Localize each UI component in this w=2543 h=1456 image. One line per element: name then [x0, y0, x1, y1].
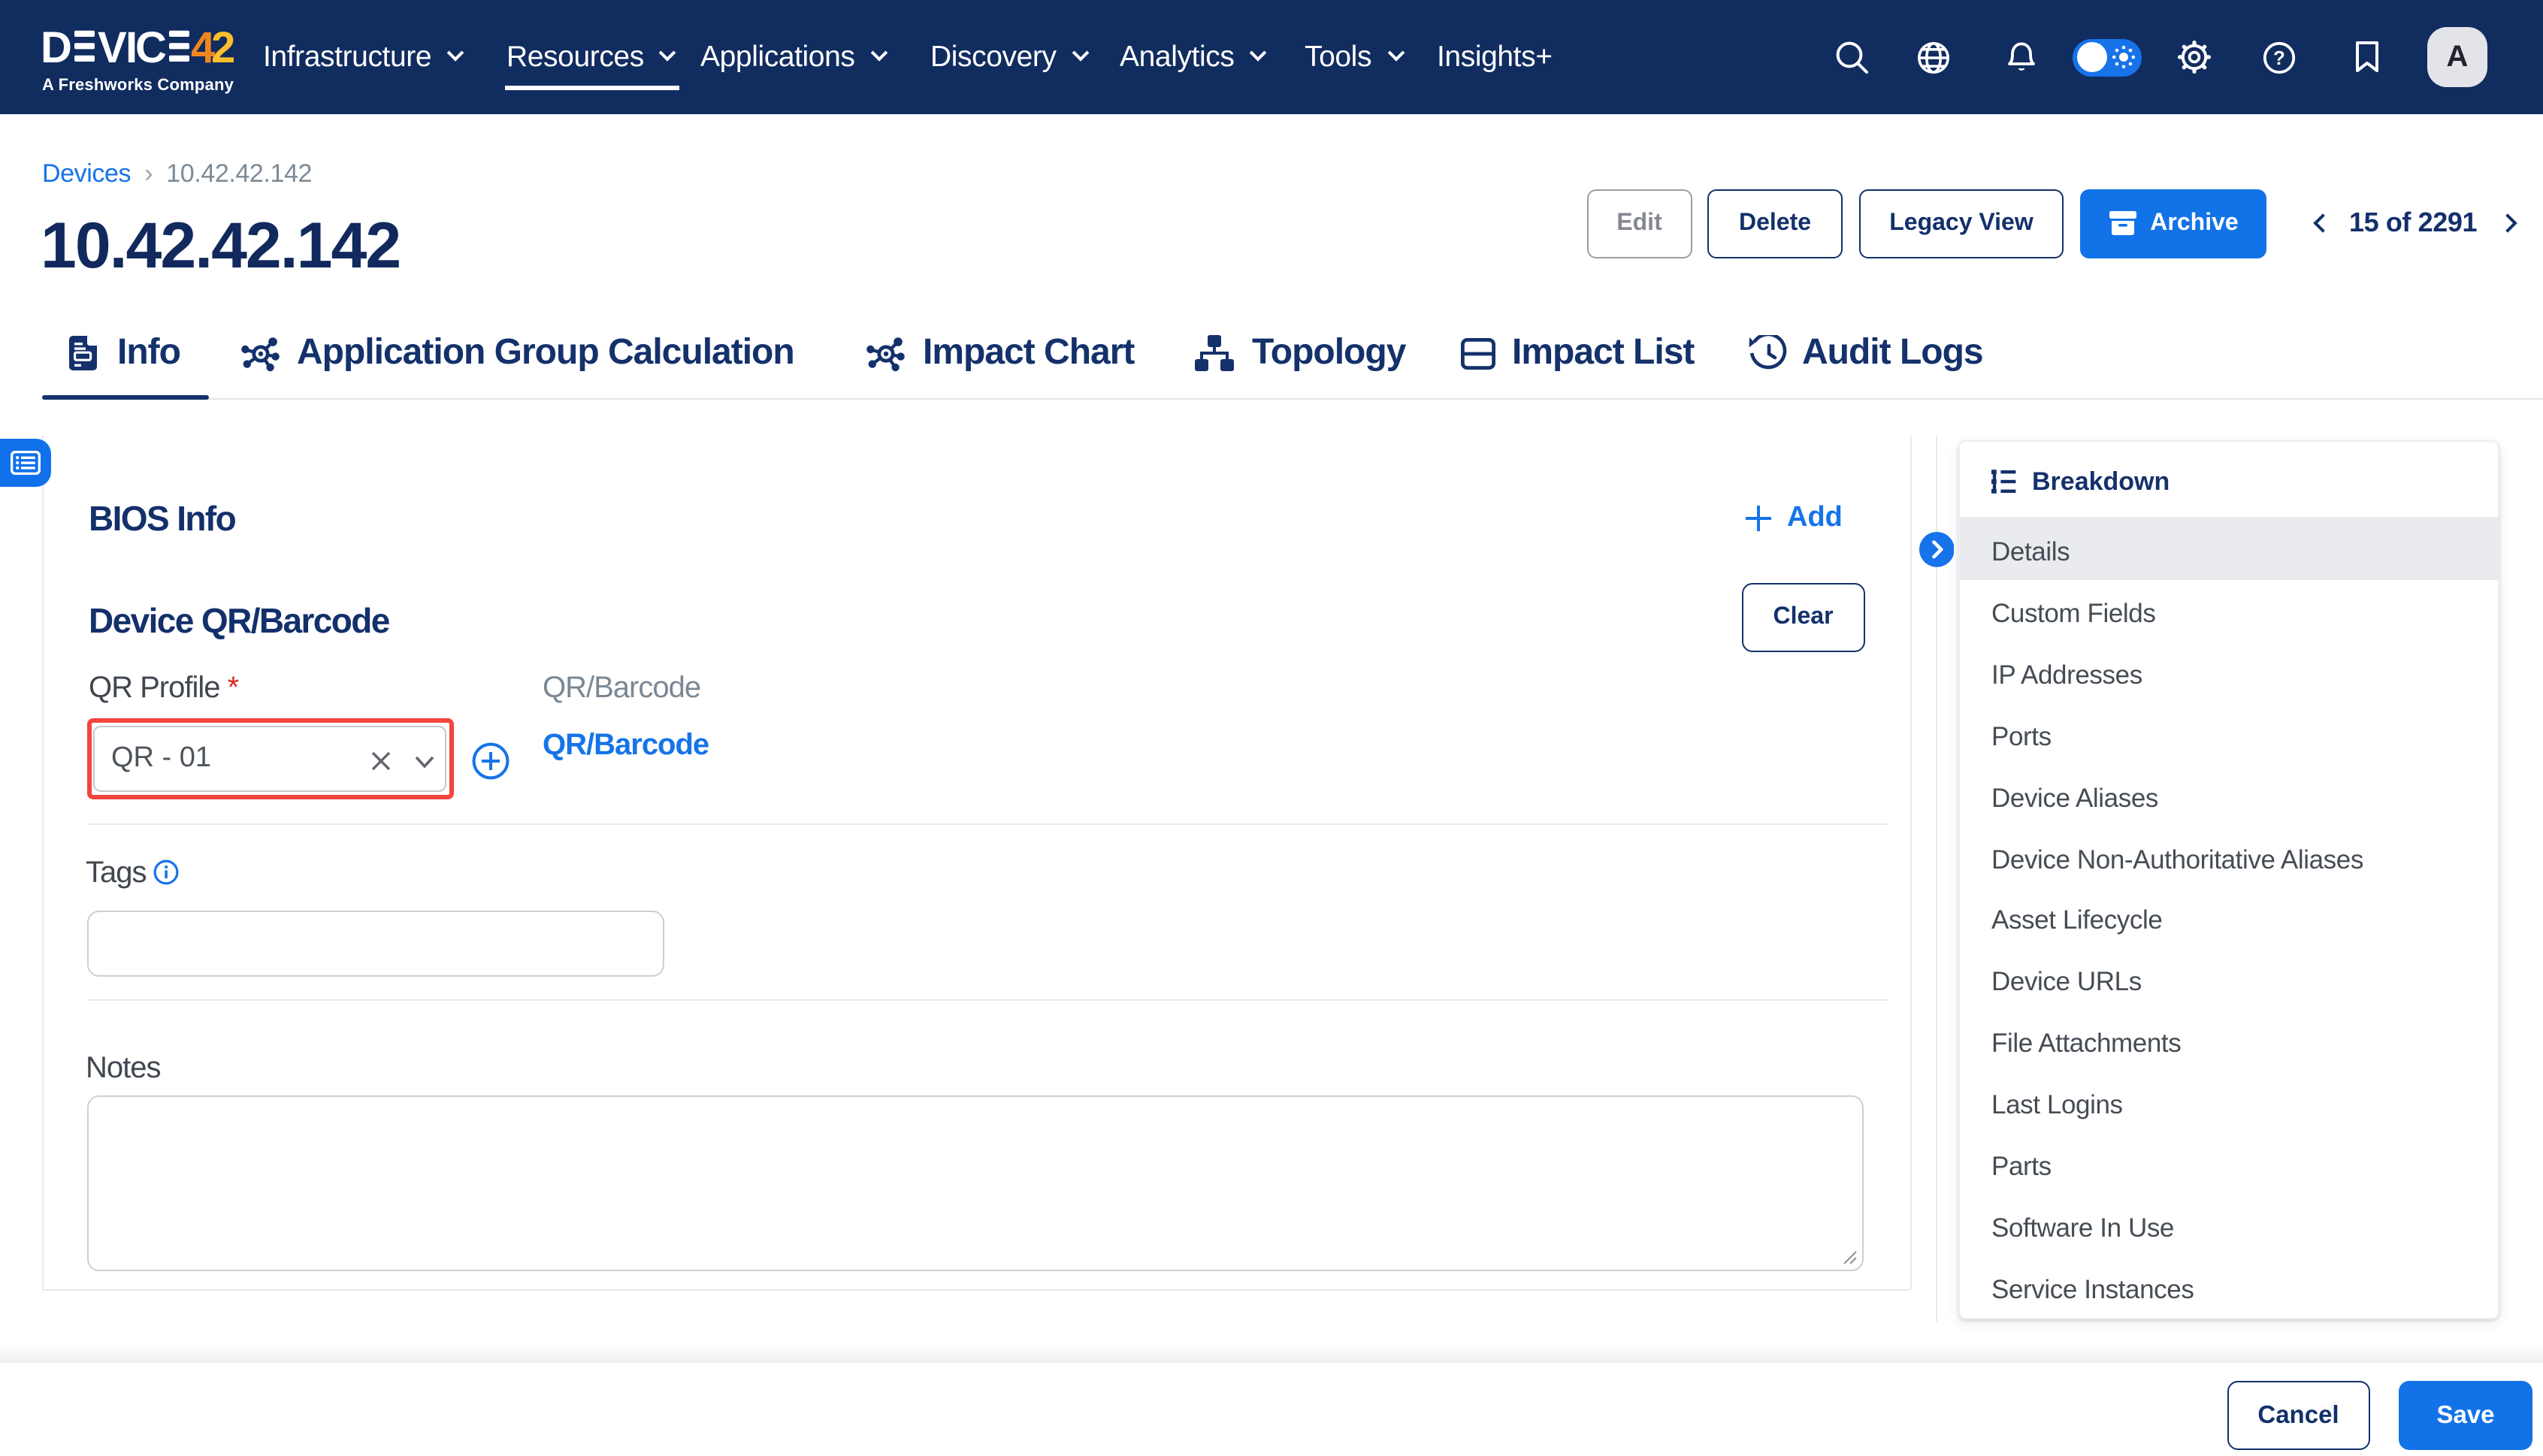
- svg-text:2: 2: [211, 30, 234, 68]
- svg-text:V: V: [98, 30, 127, 68]
- svg-text:D: D: [42, 30, 72, 68]
- svg-text:C: C: [135, 30, 167, 68]
- svg-text:?: ?: [2272, 46, 2284, 68]
